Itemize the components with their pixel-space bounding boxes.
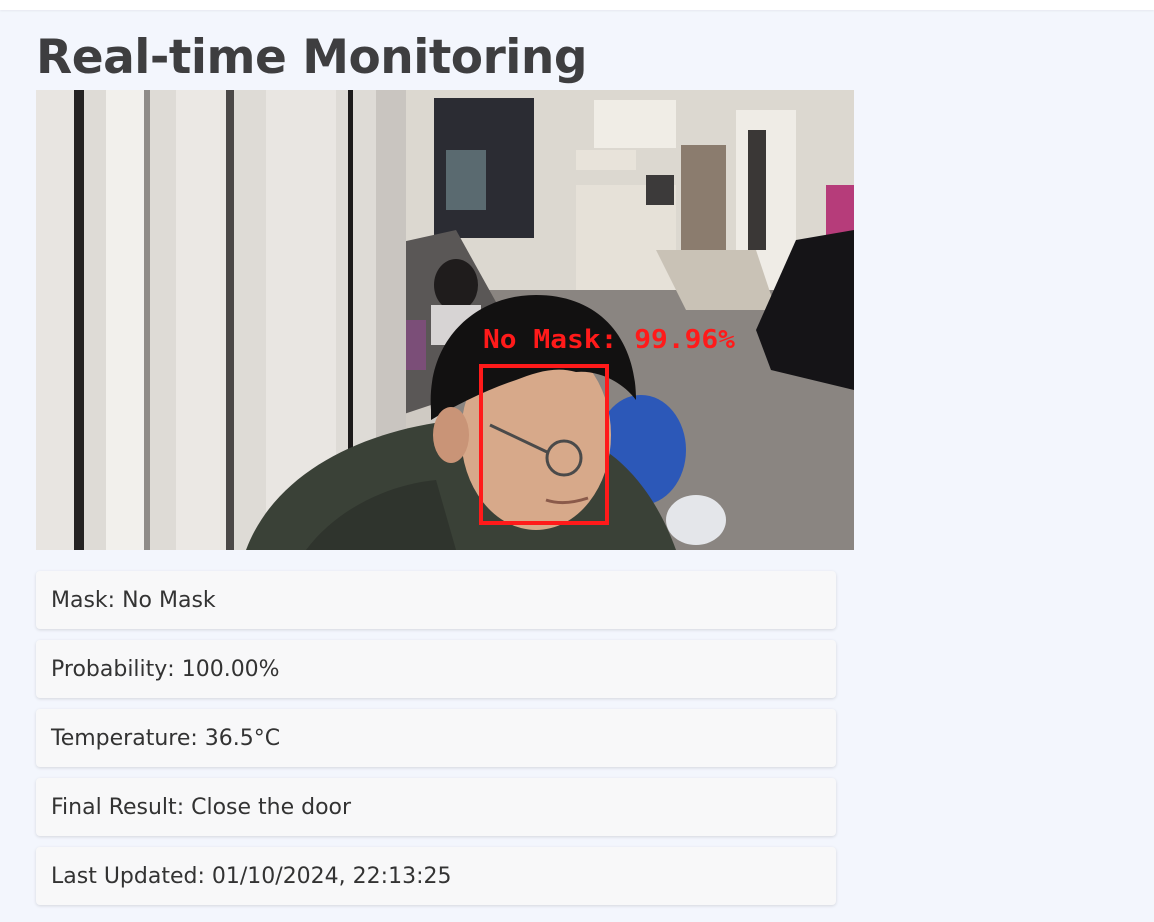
probability-label: Probability xyxy=(51,656,168,682)
probability-value: 100.00% xyxy=(181,656,280,682)
temperature-value: 36.5°C xyxy=(204,725,281,751)
mask-label: Mask xyxy=(51,587,108,613)
final-result-label: Final Result xyxy=(51,794,177,820)
page-title: Real-time Monitoring xyxy=(36,30,587,85)
temperature-label: Temperature xyxy=(51,725,191,751)
status-list: Mask: No Mask Probability: 100.00% Tempe… xyxy=(36,571,836,916)
last-updated-value: 01/10/2024, 22:13:25 xyxy=(211,863,452,889)
final-result-card: Final Result: Close the door xyxy=(36,778,836,836)
mask-status-card: Mask: No Mask xyxy=(36,571,836,629)
final-result-value: Close the door xyxy=(191,794,352,820)
probability-card: Probability: 100.00% xyxy=(36,640,836,698)
top-bar xyxy=(0,0,1154,10)
temperature-card: Temperature: 36.5°C xyxy=(36,709,836,767)
camera-feed-image: No Mask: 99.96% xyxy=(36,90,854,550)
last-updated-label: Last Updated xyxy=(51,863,198,889)
detection-label: No Mask: 99.96% xyxy=(483,325,735,355)
last-updated-card: Last Updated: 01/10/2024, 22:13:25 xyxy=(36,847,836,905)
mask-value: No Mask xyxy=(122,587,216,613)
